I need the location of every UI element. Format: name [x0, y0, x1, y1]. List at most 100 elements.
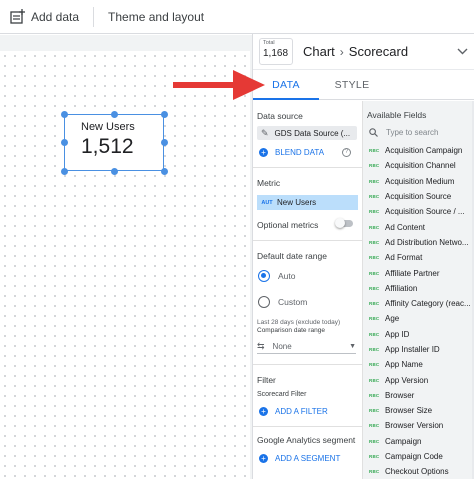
edit-pencil-icon[interactable]: ✎ — [261, 128, 269, 139]
scorecard-chart[interactable]: New Users 1,512 — [60, 110, 168, 175]
theme-layout-button[interactable]: Theme and layout — [98, 0, 214, 34]
resize-handle-n[interactable] — [111, 110, 118, 118]
chart-type-value: 1,168 — [263, 48, 289, 59]
field-item-label: Browser Size — [385, 406, 433, 416]
field-item[interactable]: RBC Checkout Options — [363, 464, 474, 479]
panel-breadcrumb: Chart › Scorecard — [303, 44, 408, 59]
help-icon[interactable]: ? — [342, 148, 351, 157]
theme-layout-label: Theme and layout — [108, 9, 205, 24]
field-item[interactable]: RBC Ad Distribution Netwo... — [363, 235, 474, 250]
field-item-label: Campaign Code — [385, 452, 443, 462]
blend-data-button[interactable]: + BLEND DATA ? — [259, 148, 357, 157]
compare-arrows-icon: ⇆ — [257, 341, 265, 351]
field-item-label: Browser Version — [385, 421, 444, 431]
metric-title: Metric — [257, 178, 281, 188]
resize-handle-nw[interactable] — [60, 110, 68, 118]
metric-chip[interactable]: AUT New Users — [257, 195, 358, 210]
date-option-auto-label: Auto — [278, 271, 296, 281]
resize-handle-sw[interactable] — [60, 167, 68, 175]
field-item[interactable]: RBC Browser — [363, 388, 474, 403]
comparison-select[interactable]: ⇆ None ▼ — [257, 340, 356, 354]
date-option-custom-label: Custom — [278, 297, 308, 307]
field-item[interactable]: RBC Campaign — [363, 434, 474, 449]
scorecard-label: New Users — [81, 121, 135, 133]
panel-body: Data source ✎ GDS Data Source (... + BLE… — [253, 101, 474, 479]
field-item-label: Acquisition Channel — [385, 161, 456, 171]
field-item[interactable]: RBC Affiliation — [363, 281, 474, 296]
text-type-badge: RBC — [369, 331, 380, 337]
resize-handle-se[interactable] — [160, 167, 168, 175]
field-item[interactable]: RBC Browser Size — [363, 403, 474, 418]
field-item[interactable]: RBC Affiliate Partner — [363, 265, 474, 280]
date-option-auto[interactable]: Auto — [258, 269, 362, 283]
field-item-label: App Version — [385, 375, 429, 385]
text-type-badge: RBC — [369, 392, 380, 398]
filter-title: Filter — [257, 375, 276, 385]
text-type-badge: RBC — [369, 209, 380, 215]
field-item[interactable]: RBC Ad Format — [363, 250, 474, 265]
field-item-label: Ad Format — [385, 253, 423, 263]
text-type-badge: RBC — [369, 423, 380, 429]
chart-type-caption: Total — [263, 40, 275, 46]
plus-circle-icon: + — [259, 148, 268, 157]
field-item[interactable]: RBC Acquisition Source / ... — [363, 204, 474, 219]
radio-auto[interactable] — [258, 270, 270, 282]
text-type-badge: RBC — [369, 316, 380, 322]
resize-handle-ne[interactable] — [160, 110, 168, 118]
breadcrumb-current: Scorecard — [348, 44, 409, 59]
field-item[interactable]: RBC Campaign Code — [363, 449, 474, 464]
field-item[interactable]: RBC App ID — [363, 327, 474, 342]
add-data-button[interactable]: Add data — [0, 0, 89, 34]
field-item[interactable]: RBC Age — [363, 311, 474, 326]
field-item[interactable]: RBC Browser Version — [363, 418, 474, 433]
field-item[interactable]: RBC App Name — [363, 357, 474, 372]
scorecard-value: 1,512 — [81, 135, 134, 158]
add-filter-label: ADD A FILTER — [275, 407, 328, 416]
breadcrumb-chevron-icon: › — [339, 44, 344, 59]
field-search-input[interactable]: Type to search — [369, 128, 474, 137]
text-type-badge: RBC — [369, 270, 380, 276]
field-item-label: Browser — [385, 390, 415, 400]
radio-custom[interactable] — [258, 296, 270, 308]
text-type-badge: RBC — [369, 377, 380, 383]
red-arrow-annotation — [173, 70, 265, 100]
resize-handle-e[interactable] — [160, 139, 168, 146]
field-item[interactable]: RBC App Installer ID — [363, 342, 474, 357]
available-fields-title: Available Fields — [367, 110, 427, 120]
chart-type-thumbnail[interactable]: Total 1,168 — [259, 38, 293, 65]
resize-handle-s[interactable] — [111, 167, 118, 175]
field-item-label: Affinity Category (reac... — [385, 299, 471, 309]
text-type-badge: RBC — [369, 469, 380, 475]
field-item[interactable]: RBC Ad Content — [363, 219, 474, 234]
optional-metrics-toggle[interactable] — [335, 218, 353, 228]
field-item[interactable]: RBC Acquisition Source — [363, 189, 474, 204]
blend-data-label: BLEND DATA — [275, 148, 325, 157]
field-item-label: Ad Distribution Netwo... — [385, 237, 469, 247]
tab-style[interactable]: STYLE — [319, 70, 385, 99]
segment-title: Google Analytics segment — [257, 435, 356, 445]
panel-tabs: DATA STYLE — [253, 70, 474, 100]
data-source-chip[interactable]: ✎ GDS Data Source (... — [257, 126, 357, 140]
comparison-value: None — [272, 342, 292, 351]
breadcrumb-parent: Chart — [303, 44, 335, 59]
add-segment-button[interactable]: + ADD A SEGMENT — [259, 454, 362, 463]
dropdown-arrow-icon: ▼ — [349, 343, 356, 350]
data-source-title: Data source — [257, 111, 303, 121]
date-option-custom[interactable]: Custom — [258, 295, 362, 309]
field-item-label: Checkout Options — [385, 467, 449, 477]
field-item[interactable]: RBC Affinity Category (reac... — [363, 296, 474, 311]
field-item[interactable]: RBC App Version — [363, 372, 474, 387]
resize-handle-w[interactable] — [60, 139, 68, 146]
text-type-badge: RBC — [369, 163, 380, 169]
field-item-label: Acquisition Source — [385, 192, 452, 202]
field-item[interactable]: RBC Acquisition Medium — [363, 174, 474, 189]
add-data-label: Add data — [31, 9, 80, 24]
field-item[interactable]: RBC Acquisition Campaign — [363, 143, 474, 158]
collapse-panel-icon[interactable] — [457, 44, 468, 58]
add-filter-button[interactable]: + ADD A FILTER — [259, 407, 362, 416]
field-item-label: Ad Content — [385, 222, 426, 232]
field-item-label: Acquisition Source / ... — [385, 207, 465, 217]
field-item-label: Affiliation — [385, 283, 418, 293]
field-item[interactable]: RBC Acquisition Channel — [363, 158, 474, 173]
toolbar-divider — [93, 6, 95, 27]
